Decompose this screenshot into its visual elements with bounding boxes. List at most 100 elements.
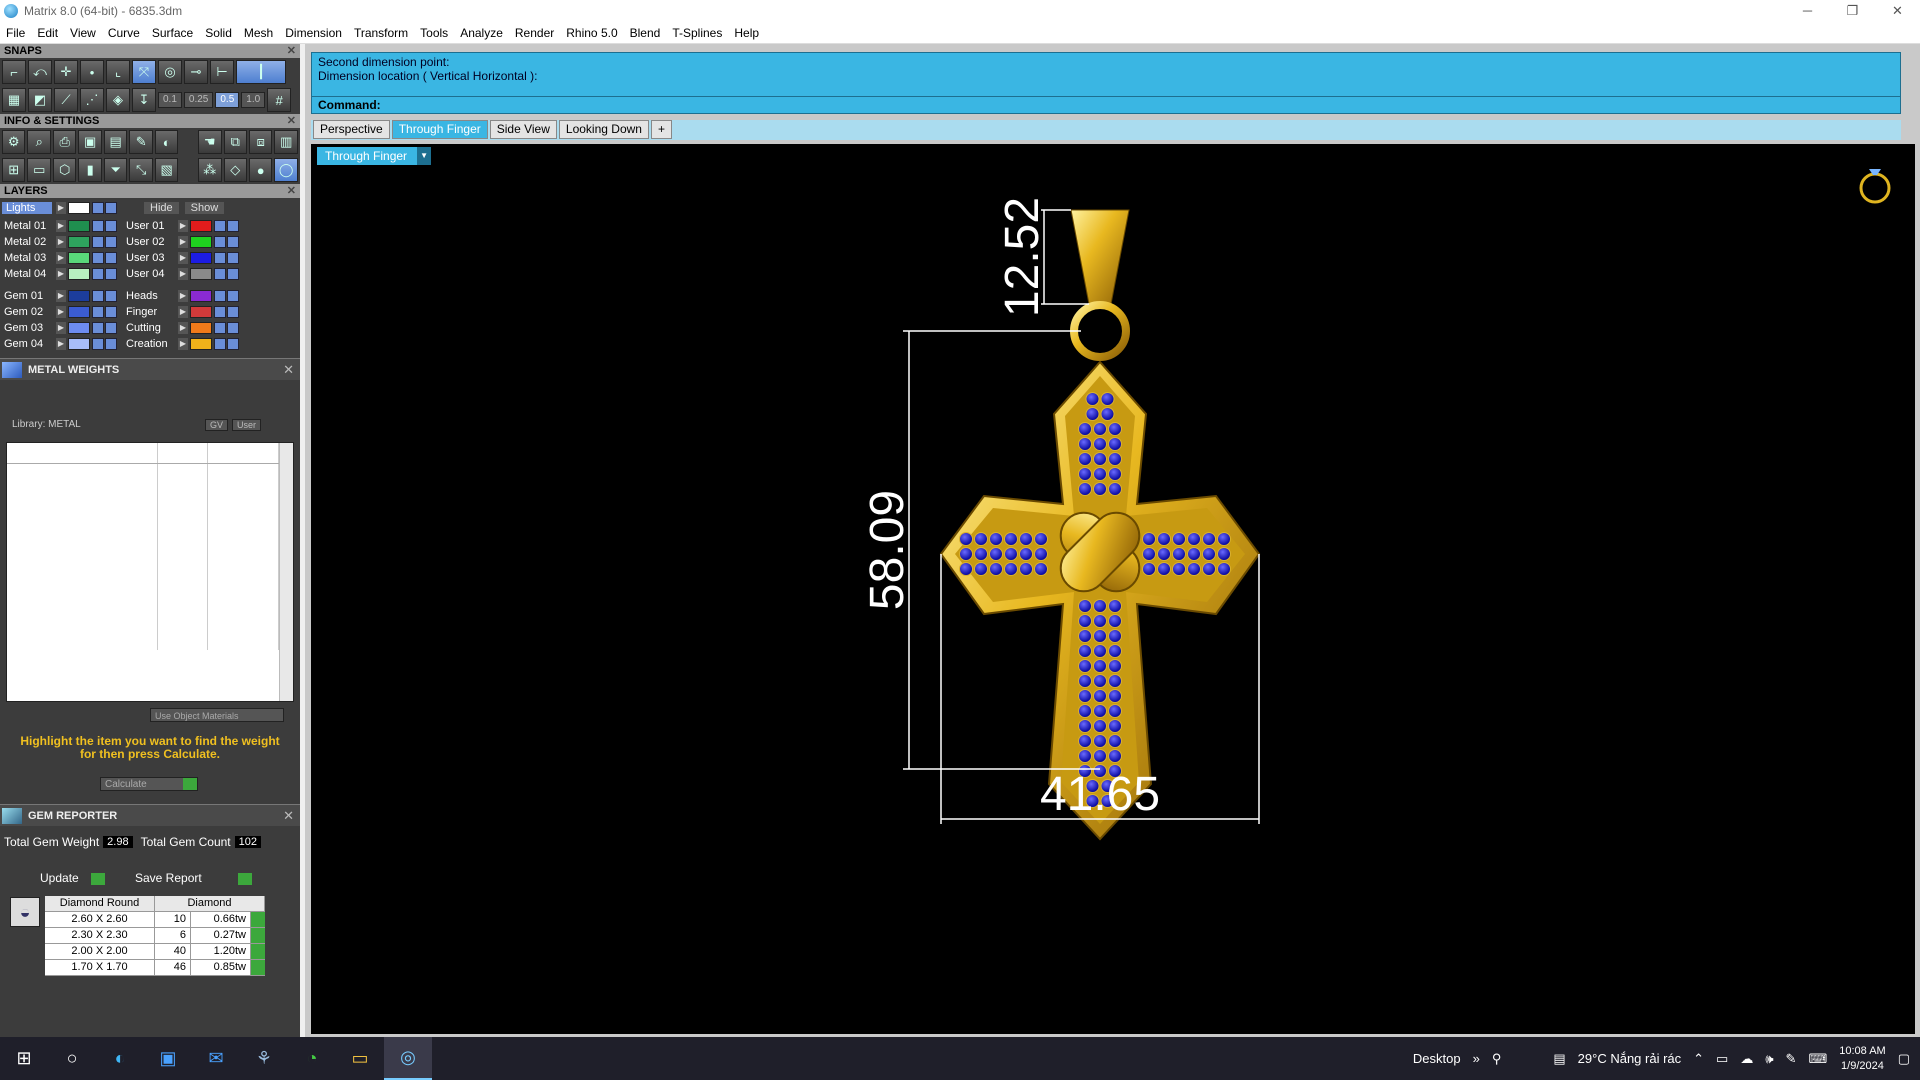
arrow-right-icon[interactable]: ▶ bbox=[56, 220, 66, 232]
snap-tan-icon[interactable]: ⊸ bbox=[184, 60, 208, 84]
layer-color-swatch[interactable] bbox=[190, 268, 212, 280]
table-row[interactable]: Yellow Gold:18KY 26.36 16.95 bbox=[7, 514, 279, 531]
step-value-3[interactable]: 0.5 bbox=[215, 92, 240, 108]
table-row[interactable]: White Gold:9KW 21.54 13.85 bbox=[7, 565, 279, 582]
menu-solid[interactable]: Solid bbox=[199, 26, 238, 40]
arrow-right-icon[interactable]: ▶ bbox=[56, 252, 66, 264]
layer-name[interactable]: Gem 01 bbox=[2, 290, 56, 302]
show-button[interactable]: Show bbox=[184, 202, 225, 214]
layer-color-swatch[interactable] bbox=[190, 236, 212, 248]
table-row[interactable]: White Gold:10KW 18.8 12.09 bbox=[7, 599, 279, 616]
visible-icon[interactable] bbox=[227, 322, 239, 334]
layer-name[interactable]: Gem 03 bbox=[2, 322, 56, 334]
visible-icon[interactable] bbox=[105, 322, 117, 334]
desktop-toolbar[interactable]: Desktop bbox=[1413, 1051, 1461, 1066]
layer-color-swatch[interactable] bbox=[190, 220, 212, 232]
layer-row[interactable]: Metal 01 ▶ bbox=[2, 218, 118, 234]
grid-icon[interactable]: ▦ bbox=[2, 88, 26, 112]
network-icon[interactable]: ▭ bbox=[1716, 1051, 1728, 1067]
lock-icon[interactable] bbox=[214, 236, 226, 248]
table-row[interactable]: White Gold:10KX1 19.13 12.3 bbox=[7, 582, 279, 599]
lock-icon[interactable] bbox=[214, 220, 226, 232]
arrow-right-icon[interactable]: ▶ bbox=[56, 268, 66, 280]
windows-start-icon[interactable]: ⊞ bbox=[0, 1037, 48, 1080]
layer-row[interactable]: Gem 02 ▶ bbox=[2, 304, 118, 320]
close-icon[interactable]: ✕ bbox=[287, 44, 296, 58]
settings-icon[interactable]: ⚙ bbox=[2, 130, 26, 154]
gumball-icon[interactable]: ◈ bbox=[106, 88, 130, 112]
menu-dimension[interactable]: Dimension bbox=[279, 26, 348, 40]
layer-name[interactable]: Metal 03 bbox=[2, 252, 56, 264]
visible-icon[interactable] bbox=[105, 220, 117, 232]
calculate-button[interactable]: Calculate bbox=[100, 777, 198, 791]
layer-name[interactable]: Cutting bbox=[124, 322, 178, 334]
ortho-icon[interactable]: ◩ bbox=[28, 88, 52, 112]
tab-through-finger[interactable]: Through Finger bbox=[391, 120, 488, 139]
menu-surface[interactable]: Surface bbox=[146, 26, 199, 40]
play-icon[interactable] bbox=[251, 944, 265, 959]
close-button[interactable]: ✕ bbox=[1875, 0, 1920, 22]
layer-row[interactable]: Creation ▶ bbox=[124, 336, 240, 352]
layer-name[interactable]: Finger bbox=[124, 306, 178, 318]
save-report-button[interactable]: Save Report bbox=[135, 871, 252, 885]
table-row[interactable]: Yellow Gold:18KY Royal 26.36 16.95 bbox=[7, 531, 279, 548]
planar-icon[interactable]: ⟋ bbox=[54, 88, 78, 112]
layer-name[interactable]: User 04 bbox=[124, 268, 178, 280]
arrow-right-icon[interactable]: ▶ bbox=[56, 290, 66, 302]
layer-color-swatch[interactable] bbox=[68, 268, 90, 280]
snap-perp-icon[interactable]: ◎ bbox=[158, 60, 182, 84]
mail-icon[interactable]: ✉ bbox=[192, 1037, 240, 1080]
maximize-button[interactable]: ❐ bbox=[1830, 0, 1875, 22]
pencil-icon[interactable]: ✎ bbox=[129, 130, 153, 154]
layer-name[interactable]: User 03 bbox=[124, 252, 178, 264]
material-icon[interactable]: ◐ bbox=[154, 130, 179, 154]
visible-icon[interactable] bbox=[227, 338, 239, 350]
pen-icon[interactable]: ✎ bbox=[1786, 1051, 1797, 1067]
zoom-icon[interactable]: ⌕ bbox=[27, 130, 51, 154]
snap-int-icon[interactable]: ⤧ bbox=[132, 60, 156, 84]
gem-row[interactable]: 2.60 X 2.60 10 0.66tw bbox=[45, 912, 265, 928]
smarttrack-icon[interactable]: ⋰ bbox=[80, 88, 104, 112]
layer-color-swatch[interactable] bbox=[68, 338, 90, 350]
lock-icon[interactable] bbox=[214, 252, 226, 264]
close-icon[interactable]: ✕ bbox=[287, 114, 296, 128]
menu-tools[interactable]: Tools bbox=[414, 26, 454, 40]
visible-icon[interactable] bbox=[227, 306, 239, 318]
lock-icon[interactable] bbox=[214, 338, 226, 350]
lock-icon[interactable] bbox=[92, 252, 104, 264]
lights-layer[interactable]: Lights bbox=[2, 202, 52, 214]
menu-help[interactable]: Help bbox=[728, 26, 765, 40]
lock-icon[interactable] bbox=[214, 306, 226, 318]
layer-row[interactable]: Gem 04 ▶ bbox=[2, 336, 118, 352]
hide-button[interactable]: Hide bbox=[144, 202, 179, 214]
layer-name[interactable]: Metal 02 bbox=[2, 236, 56, 248]
transform-icon[interactable]: ⤡ bbox=[129, 158, 153, 182]
step-value-4[interactable]: 1.0 bbox=[241, 92, 266, 108]
add-tab-button[interactable]: + bbox=[650, 120, 672, 139]
menu-analyze[interactable]: Analyze bbox=[454, 26, 509, 40]
lock-icon[interactable] bbox=[92, 202, 104, 214]
menu-curve[interactable]: Curve bbox=[102, 26, 146, 40]
layer-name[interactable]: User 01 bbox=[124, 220, 178, 232]
play-icon[interactable] bbox=[251, 912, 265, 927]
table-row[interactable]: White Gold:14K PdW 24.64 15.84 bbox=[7, 633, 279, 650]
arrow-right-icon[interactable]: ▶ bbox=[178, 236, 188, 248]
menu-rhino[interactable]: Rhino 5.0 bbox=[560, 26, 623, 40]
play-icon[interactable] bbox=[251, 960, 265, 975]
visible-icon[interactable] bbox=[227, 220, 239, 232]
arrow-right-icon[interactable]: ▶ bbox=[178, 290, 188, 302]
arrow-right-icon[interactable]: ▶ bbox=[56, 306, 66, 318]
snap-quad-icon[interactable]: ⊢ bbox=[210, 60, 234, 84]
visible-icon[interactable] bbox=[227, 252, 239, 264]
table-row[interactable]: Yellow Gold:9KY 18.96 12.19 bbox=[7, 463, 279, 480]
step-value-1[interactable]: 0.1 bbox=[158, 92, 182, 108]
keyboard-icon[interactable]: ⌨ bbox=[1808, 1051, 1827, 1067]
layer-color-swatch[interactable] bbox=[68, 252, 90, 264]
table-row[interactable]: White Gold:14KX1 21.57 13.87 bbox=[7, 616, 279, 633]
app-icon[interactable]: ⚘ bbox=[240, 1037, 288, 1080]
diamond-round-icon[interactable]: ◒ bbox=[10, 897, 40, 927]
menu-mesh[interactable]: Mesh bbox=[238, 26, 279, 40]
layer-row[interactable]: Metal 04 ▶ bbox=[2, 266, 118, 282]
layer-row[interactable]: Metal 03 ▶ bbox=[2, 250, 118, 266]
snap-point-icon[interactable]: ✛ bbox=[54, 60, 78, 84]
